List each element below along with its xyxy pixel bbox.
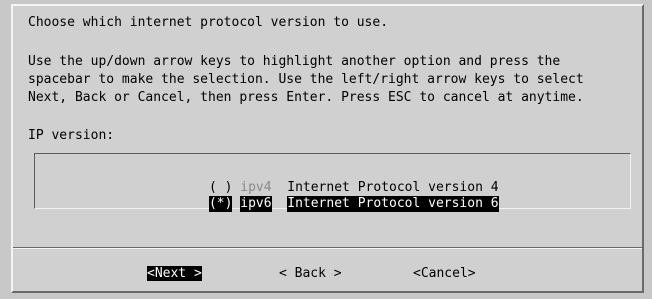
next-button-label: ext > (162, 266, 202, 281)
instruction-line-2: spacebar to make the selection. Use the … (28, 72, 584, 87)
ip-version-dialog: Choose which internet protocol version t… (11, 4, 644, 293)
next-button-hotkey: N (154, 266, 163, 281)
ip-version-label: IP version: (28, 128, 115, 143)
back-button[interactable]: < Back > (279, 266, 342, 282)
option-ipv6[interactable]: (*) ipv6 Internet Protocol version 6 (162, 180, 499, 212)
cancel-button[interactable]: <Cancel> (413, 266, 476, 282)
next-button[interactable]: <Next > (147, 266, 202, 282)
dialog-heading: Choose which internet protocol version t… (28, 15, 389, 30)
option-ipv4[interactable]: ( ) ipv4 Internet Protocol version 4 (162, 164, 499, 195)
option-ipv6-radio[interactable]: (*) (208, 196, 233, 212)
option-ipv6-tag: ipv6 (240, 196, 272, 212)
next-button-left-bracket: < (147, 266, 155, 281)
ip-version-list[interactable]: ( ) ipv4 Internet Protocol version 4 (*)… (34, 153, 631, 212)
instruction-line-1: Use the up/down arrow keys to highlight … (28, 54, 561, 69)
instruction-line-3: Next, Back or Cancel, then press Enter. … (28, 90, 584, 105)
option-ipv6-description: Internet Protocol version 6 (287, 196, 499, 212)
button-separator (13, 247, 642, 249)
